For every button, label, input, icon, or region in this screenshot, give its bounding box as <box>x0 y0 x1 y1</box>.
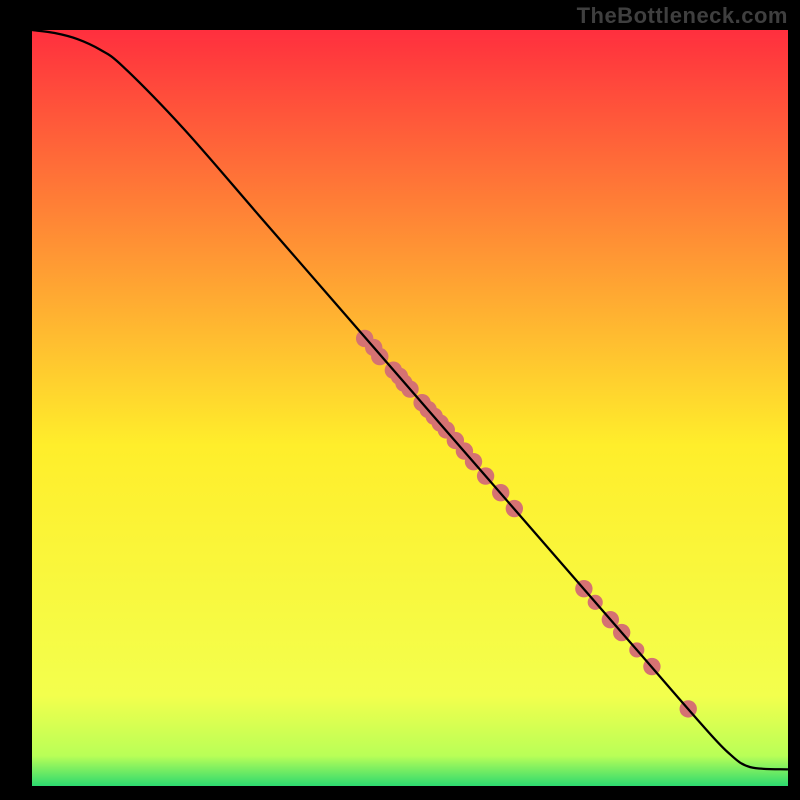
plot-svg <box>32 30 788 786</box>
plot-area <box>32 30 788 770</box>
chart-container: TheBottleneck.com <box>0 0 800 800</box>
curve-line <box>32 30 788 769</box>
watermark-text: TheBottleneck.com <box>577 3 788 29</box>
